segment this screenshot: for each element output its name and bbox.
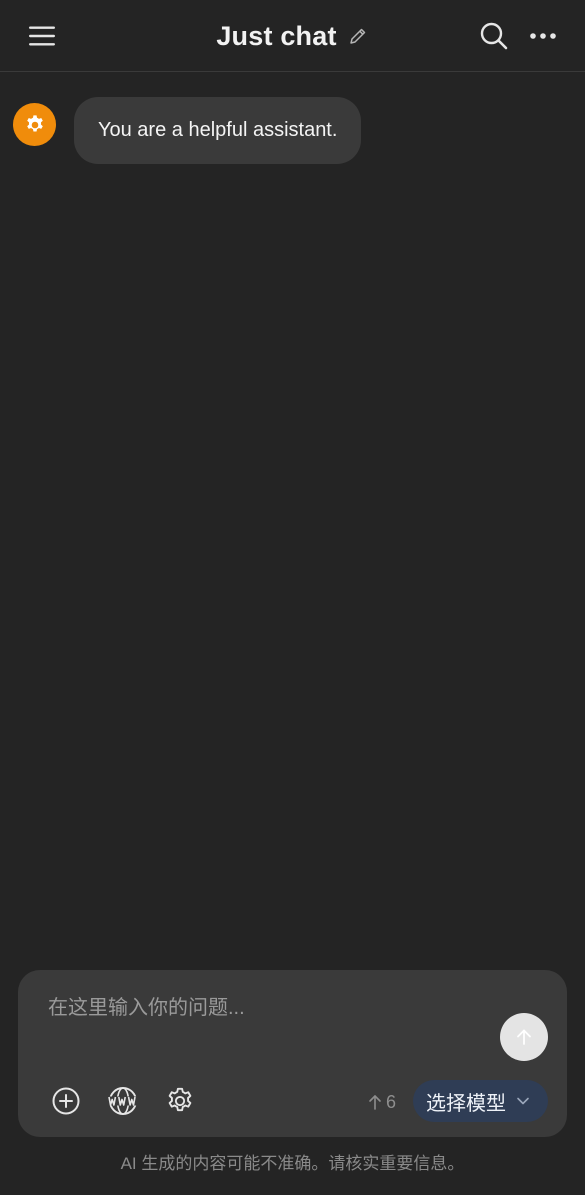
gear-icon <box>165 1086 195 1116</box>
pencil-icon <box>348 26 368 46</box>
www-globe-icon <box>107 1085 139 1117</box>
chat-app: Just chat You are a helpful assistant. 在… <box>0 0 585 1195</box>
model-select-label: 选择模型 <box>426 1092 506 1115</box>
chat-title[interactable]: Just chat <box>216 21 336 52</box>
arrow-up-icon <box>368 1094 382 1110</box>
message-text: You are a helpful assistant. <box>98 119 338 141</box>
message-composer: 6 选择模型 <box>18 970 567 1137</box>
search-icon <box>479 21 509 51</box>
attach-button[interactable] <box>48 1083 84 1119</box>
token-count-value: 6 <box>386 1091 397 1112</box>
plus-circle-icon <box>51 1086 81 1116</box>
ai-disclaimer: AI 生成的内容可能不准确。请核实重要信息。 <box>120 1154 465 1173</box>
chevron-down-icon <box>516 1096 530 1106</box>
web-search-button[interactable] <box>105 1083 141 1119</box>
message-input[interactable] <box>48 990 488 1026</box>
arrow-up-icon <box>514 1027 534 1047</box>
top-bar: Just chat <box>0 0 585 72</box>
send-button[interactable] <box>500 1013 548 1061</box>
model-select-button[interactable]: 选择模型 <box>413 1080 548 1122</box>
edit-title-button[interactable] <box>347 25 369 47</box>
chat-settings-button[interactable] <box>162 1083 198 1119</box>
system-message-bubble: You are a helpful assistant. <box>74 97 362 164</box>
more-options-button[interactable] <box>522 16 564 56</box>
gear-icon <box>24 114 46 136</box>
token-counter: 6 <box>368 1088 396 1116</box>
system-avatar <box>13 103 56 146</box>
more-horizontal-icon <box>529 32 557 40</box>
search-button[interactable] <box>474 16 514 56</box>
